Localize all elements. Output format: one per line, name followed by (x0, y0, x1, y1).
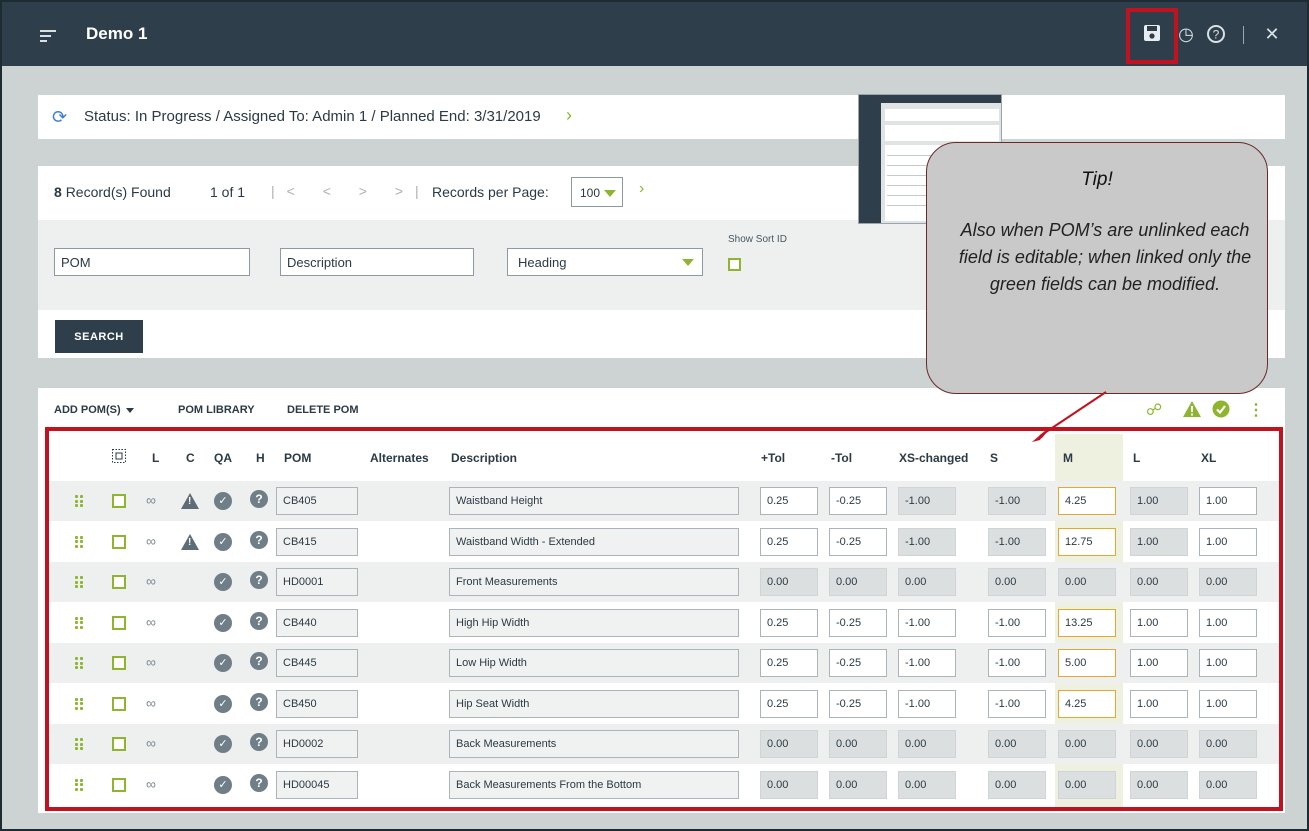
help-icon[interactable]: ? (1205, 24, 1227, 48)
toolbar-divider (1243, 26, 1244, 44)
heading-select-value: Heading (518, 255, 567, 270)
show-sort-id-checkbox[interactable] (728, 258, 741, 271)
history-icon[interactable]: ◷ (1175, 24, 1197, 44)
search-button[interactable]: SEARCH (55, 320, 143, 353)
show-sort-id-label: Show Sort ID (728, 234, 787, 245)
records-count: 8 (54, 184, 62, 200)
chevron-down-icon (125, 407, 134, 413)
sync-icon: ⟳ (52, 107, 68, 127)
more-icon[interactable]: ⋮ (1248, 400, 1264, 420)
table-highlight (45, 427, 1283, 811)
add-poms-label: ADD POM(S) (54, 404, 121, 416)
page-info: 1 of 1 (210, 184, 246, 200)
warning-icon[interactable] (1182, 400, 1202, 423)
save-highlight (1126, 8, 1178, 64)
pom-field[interactable]: POM (54, 248, 250, 276)
tip-body: Also when POM’s are unlinked each field … (958, 220, 1252, 294)
top-bar: Demo 1 ◷ ? ✕ (2, 2, 1307, 66)
app-window: Demo 1 ◷ ? ✕ ⟳ Status: In Progress / Ass… (0, 0, 1309, 831)
tip-callout: Tip! Also when POM’s are unlinked each f… (926, 142, 1268, 394)
page-title: Demo 1 (86, 24, 148, 43)
dropdown-arrow-icon (604, 190, 616, 197)
link-icon[interactable]: ☍ (1146, 400, 1162, 420)
dropdown-arrow-icon (682, 259, 694, 266)
next-page-icon[interactable]: › (639, 180, 644, 198)
menu-icon[interactable] (40, 30, 56, 42)
records-per-page-select[interactable]: 100 (571, 177, 623, 207)
add-poms-button[interactable]: ADD POM(S) (54, 404, 134, 416)
status-card[interactable]: ⟳ Status: In Progress / Assigned To: Adm… (38, 95, 1285, 139)
tip-title: Tip! (1081, 169, 1113, 190)
heading-select[interactable]: Heading (507, 248, 703, 276)
pager-controls[interactable]: |< < > >| (271, 183, 431, 199)
tip-arrow (1032, 391, 1107, 442)
description-field[interactable]: Description (280, 248, 474, 276)
close-icon[interactable]: ✕ (1261, 24, 1283, 44)
records-per-page-label: Records per Page: (432, 184, 549, 200)
chevron-right-icon[interactable]: › (566, 105, 572, 126)
svg-text:?: ? (1213, 28, 1220, 42)
records-per-page-value: 100 (580, 186, 601, 200)
records-label: Record(s) Found (65, 184, 171, 200)
pom-library-button[interactable]: POM LIBRARY (178, 404, 255, 416)
records-found: 8 Record(s) Found (54, 184, 171, 200)
delete-pom-button[interactable]: DELETE POM (287, 404, 359, 416)
check-icon[interactable] (1212, 400, 1230, 423)
status-text: Status: In Progress / Assigned To: Admin… (84, 108, 541, 125)
